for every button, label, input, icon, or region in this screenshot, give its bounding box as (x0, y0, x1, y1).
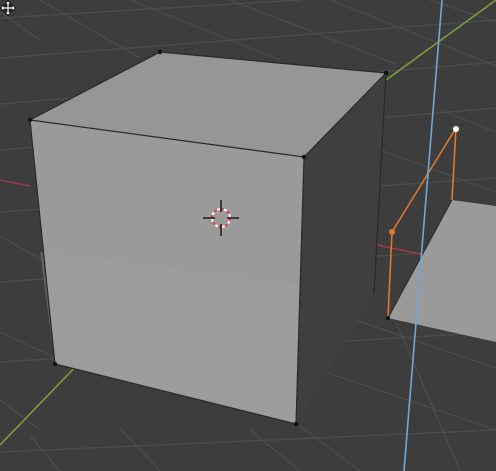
active-vertex[interactable] (453, 126, 459, 132)
plane-vertex[interactable] (386, 316, 390, 320)
3d-viewport[interactable] (0, 0, 496, 471)
viewport-canvas[interactable] (0, 0, 496, 471)
selected-vertex[interactable] (389, 229, 395, 235)
